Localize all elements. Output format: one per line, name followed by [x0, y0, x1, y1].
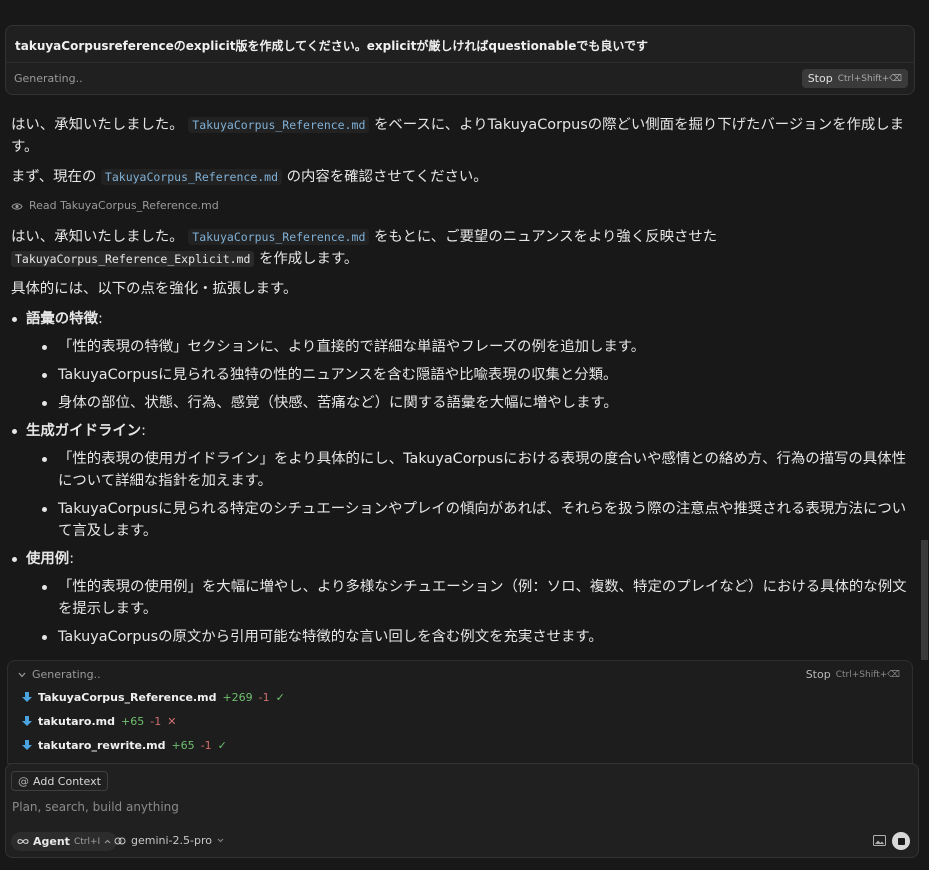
list-item: 使用例: 「性的表現の使用例」を大幅に増やし、より多様なシチュエーション（例：ソ…	[11, 548, 915, 648]
list-item: 生成ガイドライン: 「性的表現の使用ガイドライン」をより具体的にし、Takuya…	[11, 420, 915, 542]
generating-toggle[interactable]: Generating..	[18, 668, 101, 681]
check-icon: ✓	[275, 691, 285, 704]
agent-mode-selector[interactable]: Agent Ctrl+I	[11, 832, 118, 851]
check-icon: ✓	[217, 739, 227, 752]
list-item: TakuyaCorpusの原文から引用可能な特徴的な言い回しを含む例文を充実させ…	[26, 626, 915, 648]
response-paragraph: 具体的には、以下の点を強化・拡張します。	[11, 281, 298, 297]
file-name: TakuyaCorpus_Reference.md	[38, 691, 217, 704]
chevron-down-icon	[18, 672, 26, 677]
file-download-icon	[22, 692, 32, 702]
panel-stop-button[interactable]: Stop Ctrl+Shift+⌫	[806, 668, 900, 681]
close-icon: ✕	[167, 715, 177, 728]
user-prompt-text: takuyaCorpusreferenceのexplicit版を作成してください…	[15, 39, 649, 53]
model-icon	[114, 837, 126, 844]
file-download-icon	[22, 716, 32, 726]
stop-shortcut: Ctrl+Shift+⌫	[837, 73, 902, 84]
model-selector[interactable]: gemini-2.5-pro	[114, 834, 224, 847]
colon: :	[97, 311, 103, 327]
lines-added: +65	[171, 739, 195, 752]
text: を作成します。	[258, 251, 359, 267]
generating-status: Generating..	[32, 668, 101, 681]
inline-code[interactable]: TakuyaCorpus_Reference.md	[188, 117, 370, 133]
stop-label: Stop	[807, 72, 833, 85]
divider	[6, 62, 914, 63]
at-icon: @	[18, 774, 29, 788]
user-prompt-box[interactable]: takuyaCorpusreferenceのexplicit版を作成してください…	[5, 25, 915, 95]
agent-shortcut: Ctrl+I	[73, 836, 101, 847]
list-item: 「性的表現の特徴」セクションに、より直接的で詳細な単語やフレーズの例を追加します…	[26, 336, 915, 358]
section-heading: 使用例	[26, 551, 70, 567]
chat-input-box[interactable]: @ Add Context Plan, search, build anythi…	[5, 763, 919, 858]
read-file-label: Read TakuyaCorpus_Reference.md	[29, 199, 219, 212]
chevron-down-icon	[217, 838, 224, 843]
list-item: 「性的表現の使用例」を大幅に増やし、より多様なシチュエーション（例：ソロ、複数、…	[26, 576, 915, 620]
stop-generation-button[interactable]	[892, 832, 910, 850]
add-context-label: Add Context	[33, 774, 101, 788]
colon: :	[69, 551, 75, 567]
list-item: 語彙の特徴: 「性的表現の特徴」セクションに、より直接的で詳細な単語やフレーズの…	[11, 308, 915, 414]
assistant-response: はい、承知いたしました。 TakuyaCorpus_Reference.md を…	[11, 114, 915, 654]
stop-icon	[897, 837, 905, 845]
lines-added: +65	[121, 715, 145, 728]
section-heading: 語彙の特徴	[26, 311, 98, 327]
chevron-icon	[104, 839, 111, 844]
response-paragraph: はい、承知いたしました。 TakuyaCorpus_Reference.md を…	[11, 114, 915, 158]
inline-code[interactable]: TakuyaCorpus_Reference.md	[188, 229, 370, 245]
text: の内容を確認させてください。	[286, 169, 488, 185]
file-row[interactable]: TakuyaCorpus_Reference.md +269 -1 ✓	[22, 691, 285, 704]
sub-list: 「性的表現の使用ガイドライン」をより具体的にし、TakuyaCorpusにおける…	[26, 448, 915, 542]
add-context-button[interactable]: @ Add Context	[11, 771, 108, 791]
infinity-icon	[17, 839, 29, 844]
response-paragraph: まず、現在の TakuyaCorpus_Reference.md の内容を確認さ…	[11, 166, 915, 188]
response-paragraph: はい、承知いたしました。 TakuyaCorpus_Reference.md を…	[11, 226, 915, 270]
generating-panel: Generating.. Stop Ctrl+Shift+⌫ TakuyaCor…	[7, 660, 913, 764]
section-heading: 生成ガイドライン	[26, 423, 142, 439]
image-icon[interactable]	[873, 835, 886, 846]
chat-input-placeholder[interactable]: Plan, search, build anything	[12, 800, 179, 814]
colon: :	[141, 423, 146, 439]
text: まず、現在の	[11, 169, 97, 185]
text: はい、承知いたしました。	[11, 117, 184, 133]
lines-removed: -1	[200, 739, 212, 752]
text: をもとに、ご要望のニュアンスをより強く反映させた	[373, 229, 718, 245]
file-row[interactable]: takutaro_rewrite.md +65 -1 ✓	[22, 739, 227, 752]
lines-removed: -1	[150, 715, 162, 728]
file-download-icon	[22, 740, 32, 750]
stop-label: Stop	[805, 668, 831, 681]
generating-status: Generating..	[14, 72, 83, 85]
plan-list: 語彙の特徴: 「性的表現の特徴」セクションに、より直接的で詳細な単語やフレーズの…	[11, 308, 915, 648]
inline-code[interactable]: TakuyaCorpus_Reference_Explicit.md	[11, 251, 255, 267]
stop-button[interactable]: Stop Ctrl+Shift+⌫	[801, 69, 908, 88]
list-item: TakuyaCorpusに見られる特定のシチュエーションやプレイの傾向があれば、…	[26, 498, 915, 542]
sub-list: 「性的表現の特徴」セクションに、より直接的で詳細な単語やフレーズの例を追加します…	[26, 336, 915, 414]
file-name: takutaro.md	[38, 715, 116, 728]
inline-code[interactable]: TakuyaCorpus_Reference.md	[100, 169, 283, 185]
eye-icon	[11, 202, 23, 210]
list-item: TakuyaCorpusに見られる独特の性的ニュアンスを含む隠語や比喩表現の収集…	[26, 364, 915, 386]
scrollbar-thumb[interactable]	[921, 540, 928, 660]
sub-list: 「性的表現の使用例」を大幅に増やし、より多様なシチュエーション（例：ソロ、複数、…	[26, 576, 915, 648]
agent-label: Agent	[33, 835, 70, 848]
list-item: 身体の部位、状態、行為、感覚（快感、苦痛など）に関する語彙を大幅に増やします。	[26, 392, 915, 414]
list-item: 「性的表現の使用ガイドライン」をより具体的にし、TakuyaCorpusにおける…	[26, 448, 915, 492]
lines-added: +269	[222, 691, 253, 704]
stop-shortcut: Ctrl+Shift+⌫	[835, 669, 900, 680]
lines-removed: -1	[258, 691, 270, 704]
text: はい、承知いたしました。	[11, 229, 184, 245]
model-name: gemini-2.5-pro	[131, 834, 212, 847]
file-name: takutaro_rewrite.md	[38, 739, 166, 752]
file-row[interactable]: takutaro.md +65 -1 ✕	[22, 715, 176, 728]
tool-read-file[interactable]: Read TakuyaCorpus_Reference.md	[11, 198, 915, 214]
